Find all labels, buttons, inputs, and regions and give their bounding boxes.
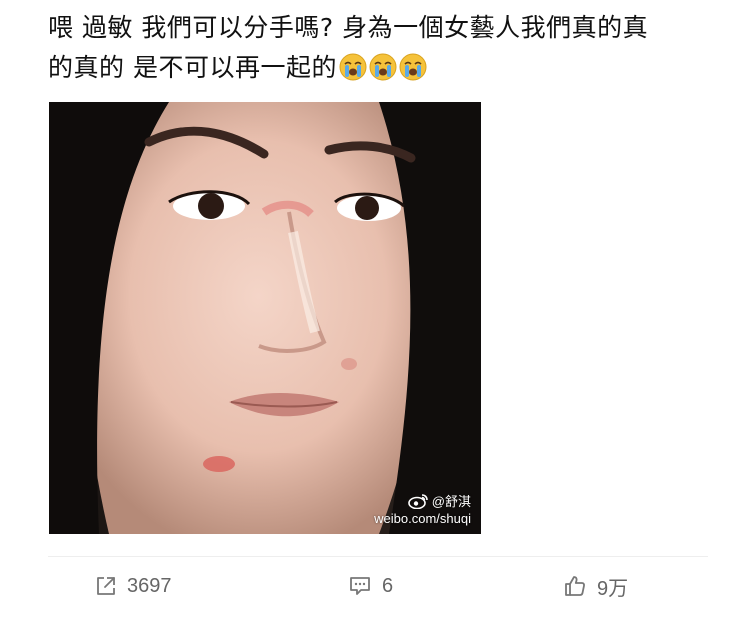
crying-face-icon: [399, 53, 427, 81]
like-button[interactable]: 9万: [563, 570, 628, 602]
thumbs-up-icon: [565, 576, 585, 596]
comment-icon: [350, 577, 370, 595]
watermark-url: weibo.com/shuqi: [374, 511, 471, 526]
comment-count: 6: [382, 574, 394, 597]
crying-face-icon: [339, 53, 367, 81]
comment-button[interactable]: 6: [348, 570, 393, 602]
post-text-line-2: 的真的 是不可以再一起的: [48, 48, 708, 88]
post-text-line-1: 喂 過敏 我們可以分手嗎? 身為一個女藝人我們真的真: [48, 13, 649, 42]
post-text: 喂 過敏 我們可以分手嗎? 身為一個女藝人我們真的真 的真的 是不可以再一起的: [48, 8, 708, 88]
post-text-line-2-text: 的真的 是不可以再一起的: [48, 53, 337, 82]
like-count: 9万: [597, 577, 629, 600]
watermark-top: @舒淇: [374, 491, 471, 510]
crying-face-icon: [369, 53, 397, 81]
repost-button[interactable]: 3697: [95, 570, 172, 602]
watermark-user: @舒淇: [431, 494, 471, 509]
share-icon: [97, 577, 115, 595]
post-photo[interactable]: @舒淇 weibo.com/shuqi: [49, 102, 481, 534]
weibo-watermark: @舒淇 weibo.com/shuqi: [374, 491, 471, 526]
selfie-image: [49, 102, 481, 534]
repost-count: 3697: [127, 574, 172, 597]
weibo-logo-icon: [407, 493, 428, 509]
action-bar-divider: [48, 556, 708, 557]
